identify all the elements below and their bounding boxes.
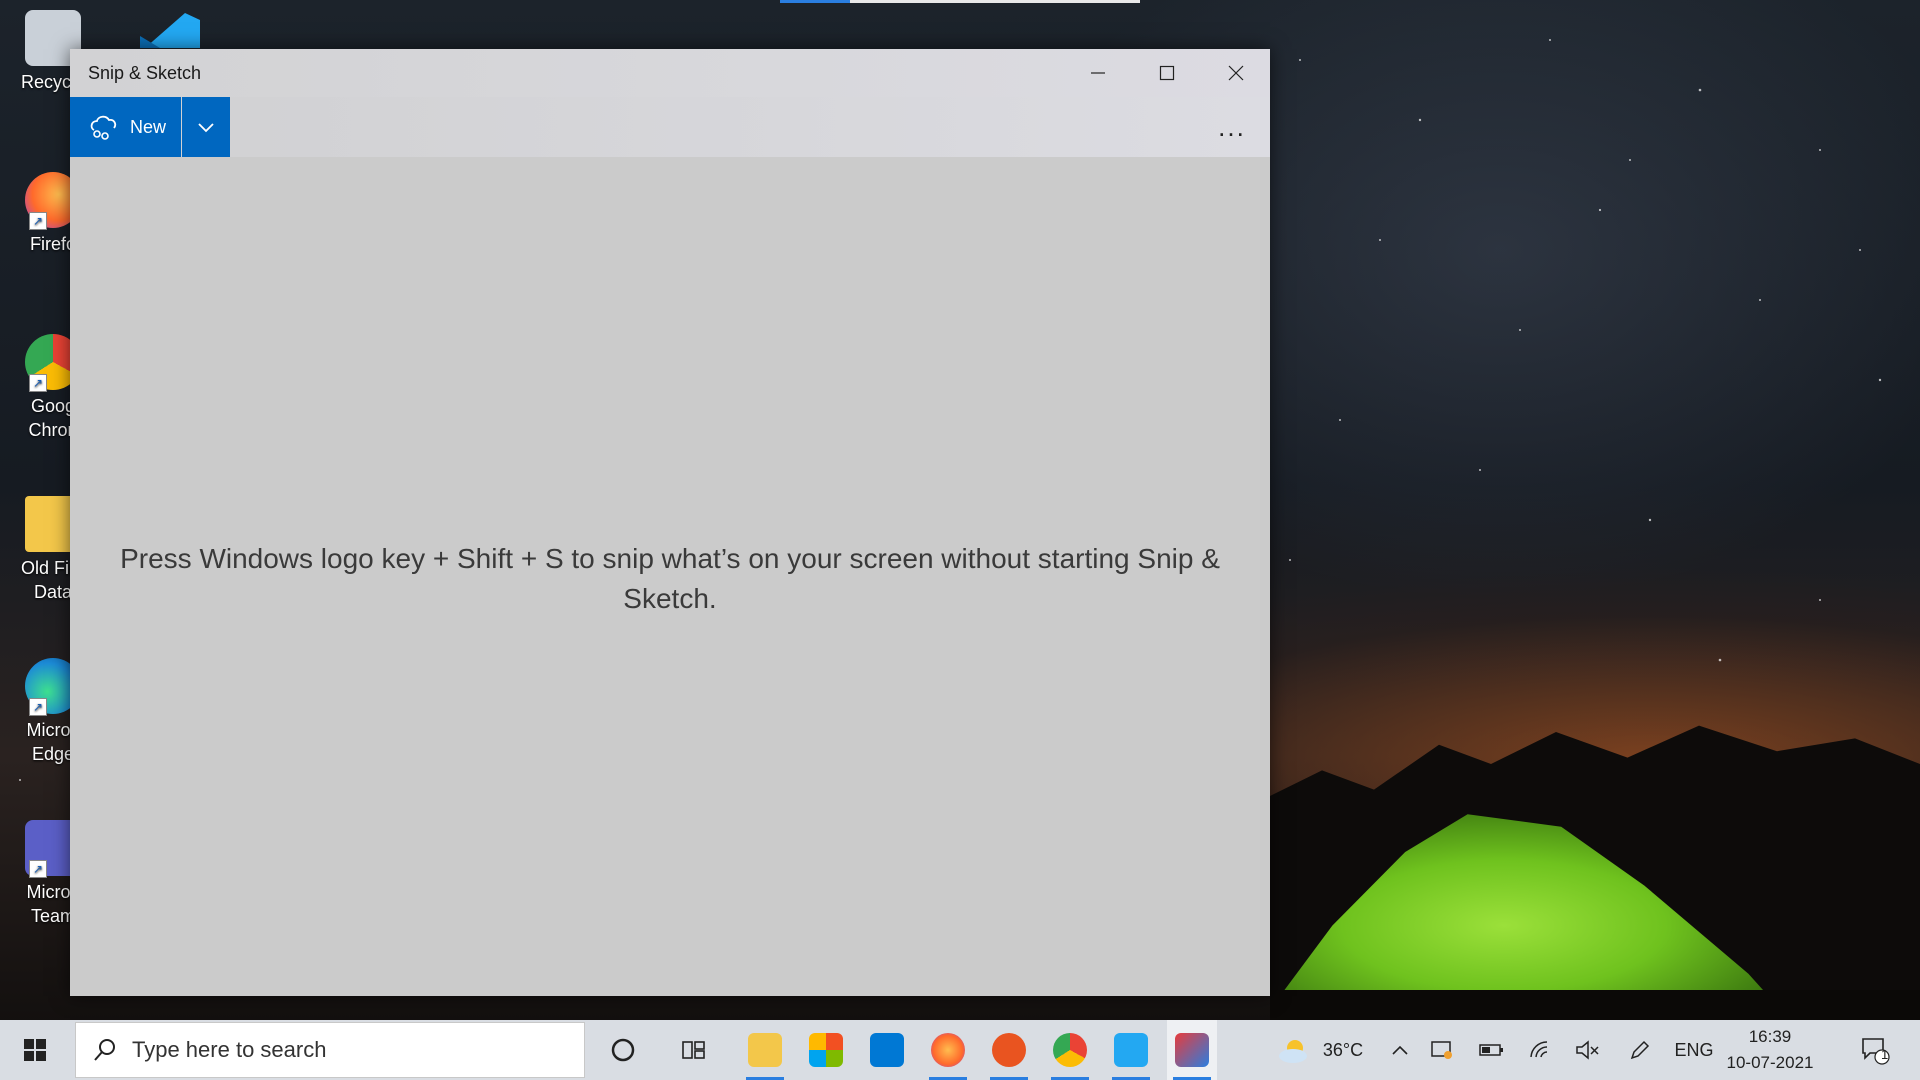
show-hidden-icons-button[interactable] [1380,1020,1420,1080]
ubuntu-icon [992,1033,1026,1067]
notification-center-button[interactable]: 1 [1845,1020,1905,1080]
title-bar[interactable]: Snip & Sketch [70,49,1270,97]
chrome-icon [1053,1033,1087,1067]
clock[interactable]: 16:39 10-07-2021 [1720,1024,1820,1076]
pen-icon [1630,1040,1650,1060]
language-indicator[interactable]: ENG [1670,1020,1718,1080]
snip-icon [90,115,117,140]
device-status-icon [1431,1041,1452,1059]
start-button[interactable] [0,1020,70,1080]
volume-button[interactable] [1568,1020,1608,1080]
language-label: ENG [1674,1039,1714,1060]
wifi-icon [1530,1041,1548,1058]
vscode-icon [1114,1033,1148,1067]
store-icon [809,1033,843,1067]
snip-sketch-window: Snip & Sketch New ... Press Windows logo… [70,49,1270,996]
battery-button[interactable] [1472,1020,1512,1080]
cortana-icon [611,1038,635,1062]
weather-temp: 36°C [1322,1039,1364,1060]
snip-sketch-icon [1175,1033,1209,1067]
windows-logo-icon [24,1039,46,1061]
chevron-down-icon [198,123,214,133]
search-icon [94,1039,115,1061]
search-placeholder: Type here to search [132,1037,327,1062]
network-button[interactable] [1520,1020,1560,1080]
vscode-icon [140,13,200,48]
file-explorer-icon [748,1033,782,1067]
taskbar-firefox[interactable] [923,1020,973,1080]
pen-button[interactable] [1620,1020,1660,1080]
taskbar-ubuntu[interactable] [984,1020,1034,1080]
taskbar-vscode[interactable] [1106,1020,1156,1080]
taskbar-search-box[interactable]: Type here to search [75,1022,585,1078]
clock-time: 16:39 [1748,1027,1792,1046]
weather-widget[interactable]: 36°C [1255,1020,1385,1080]
taskbar-snip-sketch[interactable] [1167,1020,1217,1080]
taskbar: Type here to search 36°C ENG 16:39 10-07… [0,1020,1920,1080]
new-label: New [130,116,167,137]
task-view-button[interactable] [670,1020,720,1080]
close-icon [1228,65,1244,81]
taskbar-store[interactable] [801,1020,851,1080]
tray-device-button[interactable] [1422,1020,1462,1080]
toolbar [70,97,1270,157]
notification-count: 1 [1881,1047,1889,1062]
taskbar-cortana-app[interactable] [862,1020,912,1080]
task-view-icon [682,1041,705,1059]
new-snip-button[interactable]: New [70,97,181,157]
chevron-up-icon [1392,1045,1408,1055]
minimize-icon [1091,72,1105,74]
clock-date: 10-07-2021 [1726,1053,1814,1072]
taskbar-file-explorer[interactable] [740,1020,790,1080]
volume-muted-icon [1576,1040,1599,1060]
close-button[interactable] [1202,49,1270,97]
new-dropdown-button[interactable] [182,97,230,157]
taskbar-chrome[interactable] [1045,1020,1095,1080]
cortana-button[interactable] [598,1020,648,1080]
vscode-desktop-icon[interactable] [130,8,200,48]
minimize-button[interactable] [1064,49,1132,97]
more-options-button[interactable]: ... [1202,97,1262,157]
weather-sun-cloud-icon [1278,1040,1307,1063]
maximize-icon [1159,65,1175,81]
battery-icon [1479,1044,1503,1056]
maximize-button[interactable] [1133,49,1201,97]
window-title: Snip & Sketch [88,63,202,83]
cortana-app-icon [870,1033,904,1067]
top-progress-bar [780,0,1140,3]
firefox-icon [931,1033,965,1067]
shortcut-hint: Press Windows logo key + Shift + S to sn… [120,543,1220,614]
